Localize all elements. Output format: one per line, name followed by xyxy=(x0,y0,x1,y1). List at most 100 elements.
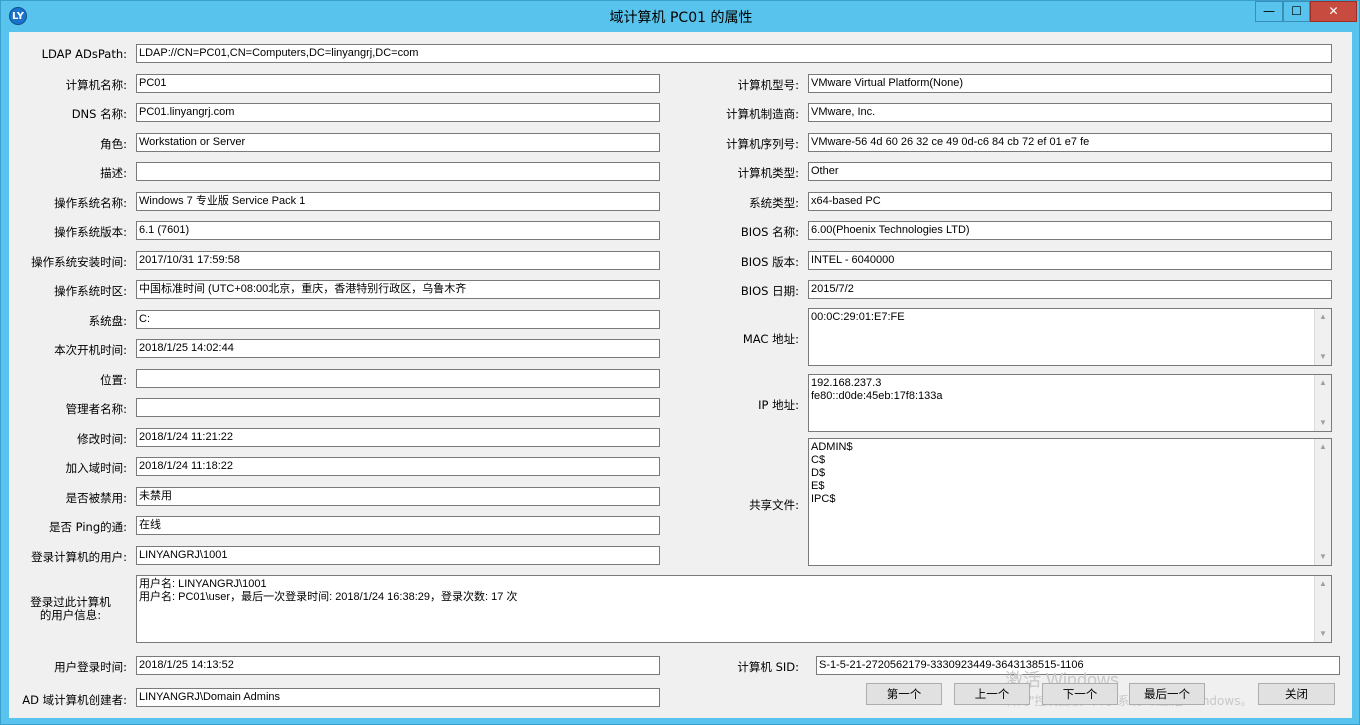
logged-user-label: 登录计算机的用户: xyxy=(31,550,127,564)
scroll-up-icon[interactable]: ▲ xyxy=(1315,309,1331,325)
dns-name-field[interactable]: PC01.linyangrj.com xyxy=(136,103,660,122)
login-info-label-line2: 的用户信息: xyxy=(39,608,102,622)
os-name-label: 操作系统名称: xyxy=(54,196,127,210)
os-name-field[interactable]: Windows 7 专业版 Service Pack 1 xyxy=(136,192,660,211)
login-info-line: 用户名: PC01\user，最后一次登录时间: 2018/1/24 16:38… xyxy=(139,591,518,603)
minimize-button[interactable]: — xyxy=(1255,1,1283,22)
os-install-time-field[interactable]: 2017/10/31 17:59:58 xyxy=(136,251,660,270)
mac-line: 00:0C:29:01:E7:FE xyxy=(811,311,905,323)
window-title: 域计算机 PC01 的属性 xyxy=(609,10,753,26)
close-button[interactable]: 关闭 xyxy=(1258,683,1335,705)
os-timezone-label: 操作系统时区: xyxy=(54,284,127,298)
mac-scrollbar[interactable]: ▲ ▼ xyxy=(1314,309,1331,365)
boot-time-label: 本次开机时间: xyxy=(54,343,127,357)
maximize-button[interactable]: ☐ xyxy=(1283,1,1310,22)
share-line: IPC$ xyxy=(811,493,836,505)
os-timezone-field[interactable]: 中国标准时间 (UTC+08:00北京，重庆，香港特别行政区，乌鲁木齐 xyxy=(136,280,660,299)
dns-name-label: DNS 名称: xyxy=(71,107,127,121)
description-label: 描述: xyxy=(100,166,127,180)
shares-label: 共享文件: xyxy=(749,498,799,512)
ip-line: 192.168.237.3 xyxy=(811,377,882,389)
next-button[interactable]: 下一个 xyxy=(1042,683,1118,705)
system-type-label: 系统类型: xyxy=(749,196,799,210)
logged-user-field[interactable]: LINYANGRJ\1001 xyxy=(136,546,660,565)
disabled-status-label: 是否被禁用: xyxy=(65,491,127,505)
scroll-up-icon[interactable]: ▲ xyxy=(1315,439,1331,455)
share-line: C$ xyxy=(811,454,826,466)
share-line: E$ xyxy=(811,480,825,492)
creator-field[interactable]: LINYANGRJ\Domain Admins xyxy=(136,688,660,707)
join-domain-time-field[interactable]: 2018/1/24 11:18:22 xyxy=(136,457,660,476)
system-type-field[interactable]: x64-based PC xyxy=(808,192,1332,211)
scroll-up-icon[interactable]: ▲ xyxy=(1315,576,1331,592)
computer-type-field[interactable]: Other xyxy=(808,162,1332,181)
manufacturer-label: 计算机制造商: xyxy=(726,107,799,121)
login-info-textbox[interactable]: 用户名: LINYANGRJ\1001 用户名: PC01\user，最后一次登… xyxy=(136,575,1332,643)
computer-type-label: 计算机类型: xyxy=(737,166,799,180)
role-field[interactable]: Workstation or Server xyxy=(136,133,660,152)
close-window-button[interactable]: ✕ xyxy=(1310,1,1357,22)
ip-label: IP 地址: xyxy=(758,398,799,412)
bios-version-label: BIOS 版本: xyxy=(740,255,799,269)
ldap-field[interactable]: LDAP://CN=PC01,CN=Computers,DC=linyangrj… xyxy=(136,44,1332,63)
os-version-label: 操作系统版本: xyxy=(54,225,127,239)
login-info-line: 用户名: LINYANGRJ\1001 xyxy=(139,578,267,590)
os-install-time-label: 操作系统安装时间: xyxy=(31,255,127,269)
scroll-down-icon[interactable]: ▼ xyxy=(1315,626,1331,642)
creator-label: AD 域计算机创建者: xyxy=(22,693,127,707)
user-login-time-field[interactable]: 2018/1/25 14:13:52 xyxy=(136,656,660,675)
ldap-label: LDAP ADsPath: xyxy=(41,47,127,61)
login-info-scrollbar[interactable]: ▲ ▼ xyxy=(1314,576,1331,642)
modified-time-field[interactable]: 2018/1/24 11:21:22 xyxy=(136,428,660,447)
serial-field[interactable]: VMware-56 4d 60 26 32 ce 49 0d-c6 84 cb … xyxy=(808,133,1332,152)
system-drive-label: 系统盘: xyxy=(88,314,127,328)
last-button[interactable]: 最后一个 xyxy=(1129,683,1205,705)
bios-name-label: BIOS 名称: xyxy=(740,225,799,239)
properties-window: LY 域计算机 PC01 的属性 — ☐ ✕ LDAP ADsPath: LDA… xyxy=(0,0,1360,725)
manufacturer-field[interactable]: VMware, Inc. xyxy=(808,103,1332,122)
boot-time-field[interactable]: 2018/1/25 14:02:44 xyxy=(136,339,660,358)
computer-name-label: 计算机名称: xyxy=(65,78,127,92)
manager-field[interactable] xyxy=(136,398,660,417)
bios-date-field[interactable]: 2015/7/2 xyxy=(808,280,1332,299)
shares-textbox[interactable]: ADMIN$ C$ D$ E$ IPC$ ▲ ▼ xyxy=(808,438,1332,566)
serial-label: 计算机序列号: xyxy=(726,137,799,151)
first-button[interactable]: 第一个 xyxy=(866,683,942,705)
ip-line: fe80::d0de:45eb:17f8:133a xyxy=(811,390,943,402)
role-label: 角色: xyxy=(100,137,127,151)
title-bar[interactable]: LY 域计算机 PC01 的属性 — ☐ ✕ xyxy=(1,1,1359,31)
mac-label: MAC 地址: xyxy=(742,332,799,346)
mac-textbox[interactable]: 00:0C:29:01:E7:FE ▲ ▼ xyxy=(808,308,1332,366)
ip-scrollbar[interactable]: ▲ ▼ xyxy=(1314,375,1331,431)
manager-label: 管理者名称: xyxy=(65,402,127,416)
location-label: 位置: xyxy=(100,373,127,387)
ip-textbox[interactable]: 192.168.237.3 fe80::d0de:45eb:17f8:133a … xyxy=(808,374,1332,432)
bios-name-field[interactable]: 6.00(Phoenix Technologies LTD) xyxy=(808,221,1332,240)
description-field[interactable] xyxy=(136,162,660,181)
bios-date-label: BIOS 日期: xyxy=(740,284,799,298)
prev-button[interactable]: 上一个 xyxy=(954,683,1030,705)
join-domain-time-label: 加入域时间: xyxy=(65,461,127,475)
computer-name-field[interactable]: PC01 xyxy=(136,74,660,93)
scroll-down-icon[interactable]: ▼ xyxy=(1315,349,1331,365)
ping-status-label: 是否 Ping的通: xyxy=(49,520,127,534)
dialog-body: LDAP ADsPath: LDAP://CN=PC01,CN=Computer… xyxy=(9,32,1352,718)
share-line: ADMIN$ xyxy=(811,441,853,453)
scroll-down-icon[interactable]: ▼ xyxy=(1315,415,1331,431)
location-field[interactable] xyxy=(136,369,660,388)
scroll-up-icon[interactable]: ▲ xyxy=(1315,375,1331,391)
shares-scrollbar[interactable]: ▲ ▼ xyxy=(1314,439,1331,565)
sid-label: 计算机 SID: xyxy=(737,660,799,674)
share-line: D$ xyxy=(811,467,826,479)
modified-time-label: 修改时间: xyxy=(77,432,127,446)
model-label: 计算机型号: xyxy=(737,78,799,92)
bios-version-field[interactable]: INTEL - 6040000 xyxy=(808,251,1332,270)
ping-status-field[interactable]: 在线 xyxy=(136,516,660,535)
model-field[interactable]: VMware Virtual Platform(None) xyxy=(808,74,1332,93)
os-version-field[interactable]: 6.1 (7601) xyxy=(136,221,660,240)
disabled-status-field[interactable]: 未禁用 xyxy=(136,487,660,506)
system-drive-field[interactable]: C: xyxy=(136,310,660,329)
login-info-label: 登录过此计算机 的用户信息: xyxy=(9,596,132,622)
user-login-time-label: 用户登录时间: xyxy=(54,660,127,674)
scroll-down-icon[interactable]: ▼ xyxy=(1315,549,1331,565)
